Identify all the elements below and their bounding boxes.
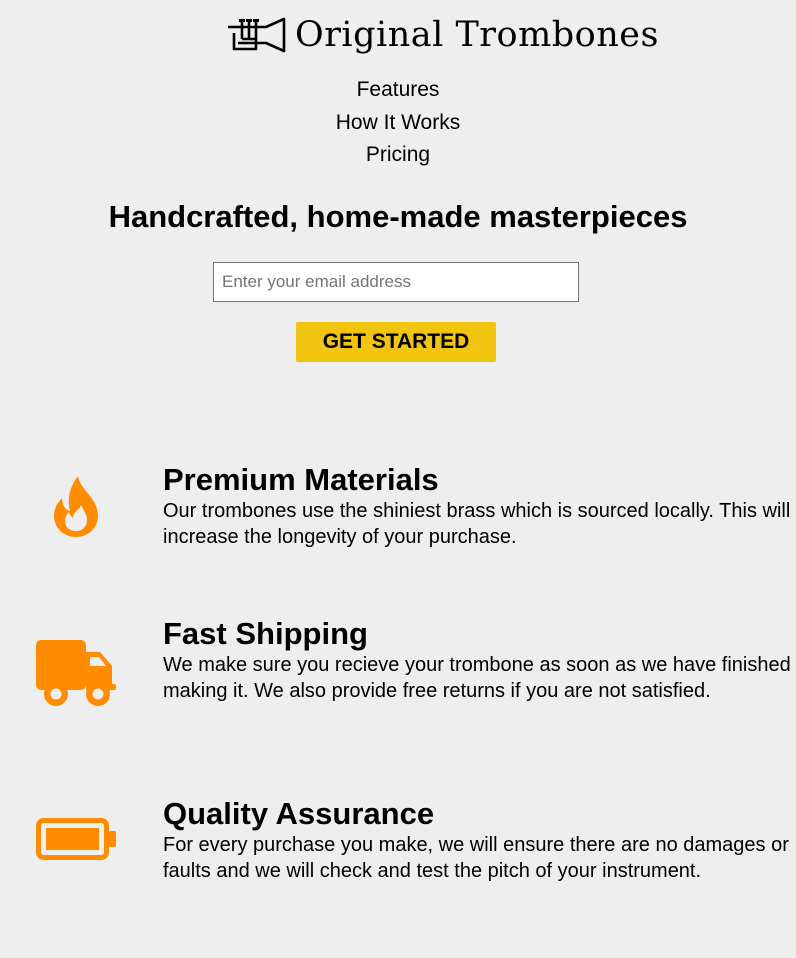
hero-title: Handcrafted, home-made masterpieces [108,199,688,234]
feature-description: For every purchase you make, we will ens… [163,834,789,882]
main-nav: Features How It Works Pricing [0,74,796,172]
get-started-button[interactable]: GET STARTED [296,322,496,362]
brand-name: Original Trombones [295,15,659,55]
feature-title: Premium Materials [163,462,439,497]
feature-content: Fast Shipping We make sure you recieve y… [163,616,793,704]
logo[interactable]: Original Trombones [226,14,659,56]
nav-link-features[interactable]: Features [0,74,796,107]
fire-icon [54,476,98,537]
truck-icon [36,640,116,706]
trumpet-icon [228,17,286,53]
nav-link-pricing[interactable]: Pricing [0,139,796,172]
feature-description: We make sure you recieve your trombone a… [163,654,791,702]
battery-full-icon [36,818,116,860]
nav-link-how-it-works[interactable]: How It Works [0,107,796,140]
feature-title: Quality Assurance [163,796,435,831]
feature-content: Quality Assurance For every purchase you… [163,796,793,884]
feature-description: Our trombones use the shiniest brass whi… [163,500,791,548]
hero-section: Handcrafted, home-made masterpieces GET … [0,195,796,362]
email-input[interactable] [213,262,579,302]
feature-content: Premium Materials Our trombones use the … [163,462,793,550]
feature-title: Fast Shipping [163,616,368,651]
